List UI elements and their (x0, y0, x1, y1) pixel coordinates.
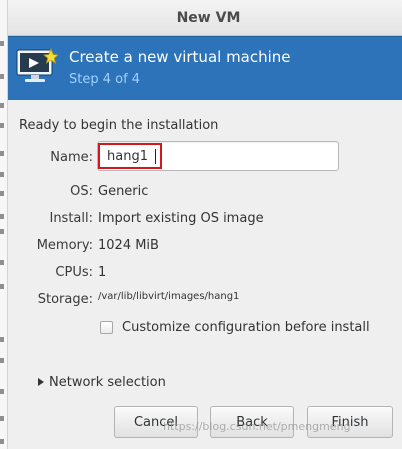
back-button[interactable]: Back (210, 406, 294, 438)
new-vm-window: New VM Create a new virtual machine Step… (0, 0, 402, 449)
name-field[interactable] (97, 141, 339, 171)
customize-label[interactable]: Customize configuration before install (122, 320, 370, 335)
install-label: Install: (49, 211, 93, 226)
window-titlebar[interactable]: New VM (7, 0, 402, 36)
cancel-button[interactable]: Cancel (114, 406, 198, 438)
wizard-step: Step 4 of 4 (69, 72, 141, 87)
wizard-content: Ready to begin the installation Name: OS… (7, 100, 402, 449)
window-title: New VM (176, 9, 241, 26)
wizard-banner: Create a new virtual machine Step 4 of 4 (7, 36, 402, 100)
expand-arrow-icon[interactable] (38, 378, 44, 386)
storage-label: Storage: (37, 292, 93, 307)
network-selection-expander[interactable]: Network selection (38, 373, 166, 391)
text-cursor (155, 149, 156, 164)
cpus-value: 1 (98, 265, 107, 280)
background-window-edge (0, 0, 8, 449)
name-label: Name: (50, 150, 93, 165)
customize-checkbox[interactable] (100, 320, 113, 334)
monitor-with-star-icon (16, 48, 58, 82)
name-input[interactable] (107, 148, 327, 165)
wizard-title: Create a new virtual machine (69, 48, 291, 66)
customize-option[interactable]: Customize configuration before install (100, 318, 370, 336)
os-value: Generic (98, 184, 149, 199)
ready-heading: Ready to begin the installation (19, 118, 219, 133)
os-label: OS: (70, 184, 93, 199)
memory-label: Memory: (36, 238, 93, 253)
finish-button[interactable]: Finish (307, 406, 393, 438)
cpus-label: CPUs: (55, 265, 93, 280)
memory-value: 1024 MiB (98, 238, 159, 253)
storage-value: /var/lib/libvirt/images/hang1 (98, 291, 240, 302)
install-value: Import existing OS image (98, 211, 264, 226)
network-selection-label[interactable]: Network selection (49, 375, 166, 390)
